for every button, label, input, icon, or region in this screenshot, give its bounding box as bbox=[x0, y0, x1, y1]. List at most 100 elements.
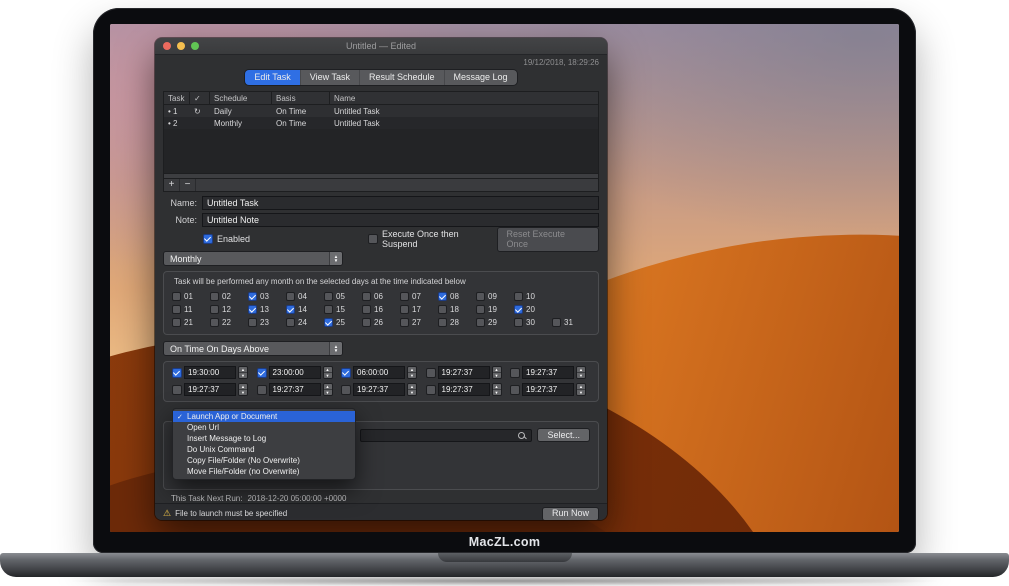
stepper-down-icon[interactable]: ▼ bbox=[493, 373, 501, 378]
stepper-down-icon[interactable]: ▼ bbox=[577, 373, 585, 378]
time-checkbox[interactable] bbox=[172, 368, 182, 378]
stepper-down-icon[interactable]: ▼ bbox=[493, 390, 501, 395]
day-checkbox[interactable]: 19 bbox=[476, 305, 514, 314]
day-checkbox[interactable]: 21 bbox=[172, 318, 210, 327]
remove-task-button[interactable]: − bbox=[180, 179, 196, 191]
time-stepper[interactable]: ▲ ▼ bbox=[492, 366, 502, 379]
name-input[interactable]: Untitled Task bbox=[202, 196, 599, 210]
menu-item[interactable]: Open Url bbox=[173, 422, 355, 433]
day-checkbox[interactable]: 24 bbox=[286, 318, 324, 327]
time-stepper[interactable]: ▲ ▼ bbox=[407, 383, 417, 396]
time-stepper[interactable]: ▲ ▼ bbox=[576, 366, 586, 379]
time-input[interactable]: 06:00:00 bbox=[353, 366, 405, 379]
day-checkbox[interactable]: 10 bbox=[514, 292, 552, 301]
basis-dropdown[interactable]: On Time On Days Above ▲▼ bbox=[163, 341, 343, 356]
menu-item[interactable]: ✓ Launch App or Document bbox=[173, 411, 355, 422]
day-checkbox[interactable]: 22 bbox=[210, 318, 248, 327]
time-input[interactable]: 19:27:37 bbox=[522, 366, 574, 379]
time-checkbox[interactable] bbox=[257, 385, 267, 395]
time-checkbox[interactable] bbox=[341, 385, 351, 395]
day-checkbox[interactable]: 01 bbox=[172, 292, 210, 301]
day-checkbox[interactable]: 31 bbox=[552, 318, 590, 327]
search-icon[interactable] bbox=[518, 432, 525, 439]
day-checkbox[interactable]: 17 bbox=[400, 305, 438, 314]
day-checkbox[interactable]: 08 bbox=[438, 292, 476, 301]
tab[interactable]: Result Schedule bbox=[360, 70, 445, 85]
time-input[interactable]: 19:27:37 bbox=[438, 366, 490, 379]
time-checkbox[interactable] bbox=[510, 385, 520, 395]
menu-item[interactable]: Do Unix Command bbox=[173, 444, 355, 455]
menu-item[interactable]: Move File/Folder (no Overwrite) bbox=[173, 466, 355, 477]
day-checkbox[interactable]: 23 bbox=[248, 318, 286, 327]
table-row[interactable]: • 1 ↻ Daily On Time Untitled Task bbox=[164, 105, 598, 117]
time-input[interactable]: 19:27:37 bbox=[269, 383, 321, 396]
day-checkbox[interactable]: 03 bbox=[248, 292, 286, 301]
time-stepper[interactable]: ▲ ▼ bbox=[407, 366, 417, 379]
time-input[interactable]: 19:27:37 bbox=[438, 383, 490, 396]
day-checkbox[interactable]: 04 bbox=[286, 292, 324, 301]
menu-item[interactable]: Copy File/Folder (No Overwrite) bbox=[173, 455, 355, 466]
table-row[interactable]: • 2 Monthly On Time Untitled Task bbox=[164, 117, 598, 129]
time-input[interactable]: 23:00:00 bbox=[269, 366, 321, 379]
time-stepper[interactable]: ▲ ▼ bbox=[323, 383, 333, 396]
time-checkbox[interactable] bbox=[341, 368, 351, 378]
stepper-down-icon[interactable]: ▼ bbox=[408, 390, 416, 395]
add-task-button[interactable]: + bbox=[164, 179, 180, 191]
select-file-button[interactable]: Select... bbox=[537, 428, 590, 442]
tab[interactable]: View Task bbox=[301, 70, 360, 85]
enabled-checkbox[interactable]: Enabled bbox=[203, 234, 250, 244]
zoom-button[interactable] bbox=[191, 42, 199, 50]
time-checkbox[interactable] bbox=[510, 368, 520, 378]
stepper-down-icon[interactable]: ▼ bbox=[239, 373, 247, 378]
window-titlebar[interactable]: Untitled — Edited bbox=[155, 38, 607, 55]
day-checkbox[interactable]: 14 bbox=[286, 305, 324, 314]
execute-once-checkbox[interactable]: Execute Once then Suspend bbox=[368, 229, 496, 249]
time-input[interactable]: 19:27:37 bbox=[184, 383, 236, 396]
tab[interactable]: Edit Task bbox=[245, 70, 300, 85]
time-stepper[interactable]: ▲ ▼ bbox=[492, 383, 502, 396]
day-checkbox[interactable]: 02 bbox=[210, 292, 248, 301]
day-checkbox[interactable]: 26 bbox=[362, 318, 400, 327]
day-checkbox[interactable]: 30 bbox=[514, 318, 552, 327]
day-checkbox[interactable]: 15 bbox=[324, 305, 362, 314]
column-header[interactable]: Schedule bbox=[210, 92, 272, 104]
stepper-down-icon[interactable]: ▼ bbox=[239, 390, 247, 395]
time-input[interactable]: 19:27:37 bbox=[353, 383, 405, 396]
day-checkbox[interactable]: 28 bbox=[438, 318, 476, 327]
day-checkbox[interactable]: 09 bbox=[476, 292, 514, 301]
time-stepper[interactable]: ▲ ▼ bbox=[238, 366, 248, 379]
run-now-button[interactable]: Run Now bbox=[542, 507, 599, 521]
schedule-dropdown[interactable]: Monthly ▲▼ bbox=[163, 251, 343, 266]
close-button[interactable] bbox=[163, 42, 171, 50]
time-checkbox[interactable] bbox=[257, 368, 267, 378]
day-checkbox[interactable]: 27 bbox=[400, 318, 438, 327]
time-checkbox[interactable] bbox=[172, 385, 182, 395]
column-header[interactable]: Basis bbox=[272, 92, 330, 104]
day-checkbox[interactable]: 20 bbox=[514, 305, 552, 314]
column-header[interactable]: ✓ bbox=[190, 92, 210, 104]
minimize-button[interactable] bbox=[177, 42, 185, 50]
day-checkbox[interactable]: 13 bbox=[248, 305, 286, 314]
stepper-down-icon[interactable]: ▼ bbox=[577, 390, 585, 395]
day-checkbox[interactable]: 18 bbox=[438, 305, 476, 314]
day-checkbox[interactable]: 05 bbox=[324, 292, 362, 301]
day-checkbox[interactable]: 11 bbox=[172, 305, 210, 314]
file-path-field[interactable] bbox=[360, 429, 532, 442]
day-checkbox[interactable]: 07 bbox=[400, 292, 438, 301]
time-checkbox[interactable] bbox=[426, 368, 436, 378]
reset-execute-once-button[interactable]: Reset Execute Once bbox=[497, 227, 599, 252]
day-checkbox[interactable]: 12 bbox=[210, 305, 248, 314]
time-stepper[interactable]: ▲ ▼ bbox=[323, 366, 333, 379]
stepper-down-icon[interactable]: ▼ bbox=[408, 373, 416, 378]
time-checkbox[interactable] bbox=[426, 385, 436, 395]
note-input[interactable]: Untitled Note bbox=[202, 213, 599, 227]
day-checkbox[interactable]: 25 bbox=[324, 318, 362, 327]
column-header[interactable]: Name bbox=[330, 92, 598, 104]
menu-item[interactable]: Insert Message to Log bbox=[173, 433, 355, 444]
time-input[interactable]: 19:30:00 bbox=[184, 366, 236, 379]
column-header[interactable]: Task bbox=[164, 92, 190, 104]
stepper-down-icon[interactable]: ▼ bbox=[324, 373, 332, 378]
day-checkbox[interactable]: 06 bbox=[362, 292, 400, 301]
time-stepper[interactable]: ▲ ▼ bbox=[238, 383, 248, 396]
time-input[interactable]: 19:27:37 bbox=[522, 383, 574, 396]
